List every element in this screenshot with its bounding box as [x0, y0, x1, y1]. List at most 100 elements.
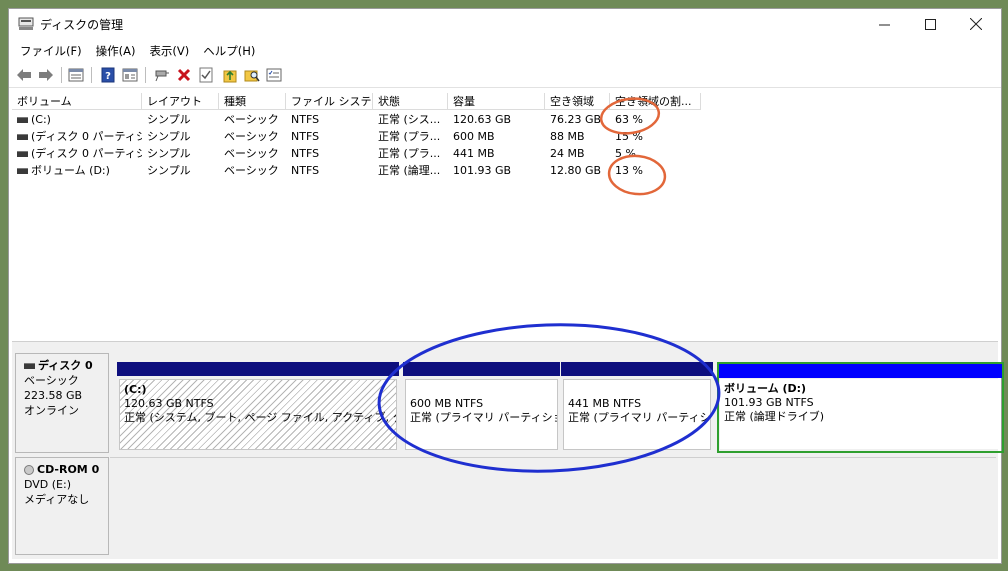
menu-file[interactable]: ファイル(F): [13, 40, 89, 60]
back-button[interactable]: [15, 66, 33, 84]
partition-600mb[interactable]: 600 MB NTFS 正常 (プライマリ パーティション): [403, 362, 560, 452]
properties-view-button[interactable]: [121, 66, 139, 84]
partition-c[interactable]: (C:) 120.63 GB NTFS 正常 (システム, ブート, ページ フ…: [117, 362, 399, 452]
check-button[interactable]: [197, 66, 215, 84]
volume-capacity: 101.93 GB: [453, 164, 512, 177]
window-title: ディスクの管理: [40, 18, 124, 32]
volume-name: (ディスク 0 パーティシ...: [31, 130, 142, 143]
volume-fs: NTFS: [291, 113, 320, 126]
maximize-icon: [924, 18, 936, 30]
toolbar-separator: [145, 67, 146, 83]
menu-bar: ファイル(F) 操作(A) 表示(V) ヘルプ(H): [9, 40, 1001, 60]
menu-view[interactable]: 表示(V): [142, 40, 196, 60]
partition-body: ボリューム (D:) 101.93 GB NTFS 正常 (論理ドライブ): [720, 379, 1001, 449]
volume-row[interactable]: (C:) シンプル ベーシック NTFS 正常 (シス... 120.63 GB…: [12, 111, 712, 128]
volume-free: 12.80 GB: [550, 164, 602, 177]
delete-button[interactable]: [175, 66, 193, 84]
column-layout[interactable]: レイアウト: [142, 93, 219, 110]
volume-row[interactable]: (ディスク 0 パーティシ... シンプル ベーシック NTFS 正常 (プラ.…: [12, 145, 712, 162]
volume-capacity: 441 MB: [453, 147, 495, 160]
volume-fs: NTFS: [291, 164, 320, 177]
connect-drive-icon: [155, 70, 169, 82]
volume-free: 24 MB: [550, 147, 585, 160]
partition-body: (C:) 120.63 GB NTFS 正常 (システム, ブート, ページ フ…: [119, 379, 397, 450]
volume-free: 76.23 GB: [550, 113, 602, 126]
close-button[interactable]: [953, 9, 999, 39]
volume-type: ベーシック: [224, 113, 279, 126]
partition-title: ボリューム (D:): [724, 382, 807, 395]
column-free-space[interactable]: 空き領域: [545, 93, 610, 110]
volume-name: ボリューム (D:): [31, 164, 110, 177]
volume-free-pct: 63 %: [615, 113, 643, 126]
disk-management-window: ディスクの管理 ファイル(F) 操作(A) 表示(V) ヘルプ(H) ? ボリュ…: [8, 8, 1004, 564]
delete-icon: [177, 68, 191, 82]
close-icon: [970, 18, 982, 30]
properties-view-icon: [122, 68, 138, 82]
volume-fs: NTFS: [291, 130, 320, 143]
volume-status: 正常 (プラ...: [378, 147, 441, 160]
help-button[interactable]: ?: [99, 66, 117, 84]
column-status[interactable]: 状態: [373, 93, 448, 110]
forward-button[interactable]: [37, 66, 55, 84]
disk-name: CD-ROM 0: [37, 463, 100, 476]
disk-type: ベーシック: [24, 374, 79, 387]
volume-free-pct: 13 %: [615, 164, 643, 177]
menu-help[interactable]: ヘルプ(H): [196, 40, 262, 60]
volume-row[interactable]: ボリューム (D:) シンプル ベーシック NTFS 正常 (論理... 101…: [12, 162, 712, 179]
disk-map: ディスク 0 ベーシック 223.58 GB オンライン (C:) 120.63…: [12, 347, 1004, 559]
forward-arrow-icon: [39, 69, 53, 81]
partition-bar: [403, 362, 560, 376]
list-view-button[interactable]: [67, 66, 85, 84]
minimize-icon: [878, 24, 890, 25]
volume-status: 正常 (論理...: [378, 164, 441, 177]
toolbar-separator: [91, 67, 92, 83]
volume-capacity: 600 MB: [453, 130, 495, 143]
volume-type: ベーシック: [224, 147, 279, 160]
volume-status: 正常 (プラ...: [378, 130, 441, 143]
cdrom-icon: [24, 465, 34, 475]
disk-icon: [24, 363, 35, 369]
partition-441mb[interactable]: 441 MB NTFS 正常 (プライマリ パーティション: [561, 362, 713, 452]
volume-icon: [17, 168, 28, 174]
volume-row[interactable]: (ディスク 0 パーティシ... シンプル ベーシック NTFS 正常 (プラ.…: [12, 128, 712, 145]
list-view-icon: [68, 68, 84, 82]
title-bar[interactable]: ディスクの管理: [9, 9, 1001, 39]
column-capacity[interactable]: 容量: [448, 93, 545, 110]
column-volume[interactable]: ボリューム: [12, 93, 142, 110]
disk-state: メディアなし: [24, 493, 90, 506]
volume-layout: シンプル: [147, 113, 191, 126]
help-icon: ?: [101, 67, 115, 83]
volume-name: (ディスク 0 パーティシ...: [31, 147, 142, 160]
settings-list-button[interactable]: [265, 66, 283, 84]
partition-status: 正常 (システム, ブート, ページ ファイル, アクティブ, クラッシュ: [124, 411, 396, 424]
toolbar: ?: [9, 63, 1001, 88]
svg-text:?: ?: [105, 71, 111, 82]
volume-layout: シンプル: [147, 130, 191, 143]
search-folder-button[interactable]: [243, 66, 261, 84]
volume-list-header: ボリューム レイアウト 種類 ファイル システム 状態 容量 空き領域 空き領域…: [12, 93, 998, 111]
volume-icon: [17, 151, 28, 157]
partition-size: 101.93 GB NTFS: [724, 396, 814, 409]
minimize-button[interactable]: [861, 9, 907, 39]
disk-0-label[interactable]: ディスク 0 ベーシック 223.58 GB オンライン: [15, 353, 109, 453]
partition-status: 正常 (プライマリ パーティション): [410, 411, 557, 424]
settings-list-icon: [266, 68, 282, 82]
disk-size: 223.58 GB: [24, 389, 83, 402]
column-file-system[interactable]: ファイル システム: [286, 93, 373, 110]
disk-type: DVD (E:): [24, 478, 72, 491]
volume-type: ベーシック: [224, 130, 279, 143]
connect-drive-button[interactable]: [153, 66, 171, 84]
cdrom-0-label[interactable]: CD-ROM 0 DVD (E:) メディアなし: [15, 457, 109, 555]
folder-up-button[interactable]: [221, 66, 239, 84]
back-arrow-icon: [17, 69, 31, 81]
menu-action[interactable]: 操作(A): [89, 40, 143, 60]
column-free-percent[interactable]: 空き領域の割...: [610, 93, 701, 110]
volume-name: (C:): [31, 113, 51, 126]
partition-d[interactable]: ボリューム (D:) 101.93 GB NTFS 正常 (論理ドライブ): [717, 362, 1004, 453]
partition-status: 正常 (論理ドライブ): [724, 410, 825, 423]
volume-list: ボリューム レイアウト 種類 ファイル システム 状態 容量 空き領域 空き領域…: [12, 93, 998, 340]
volume-capacity: 120.63 GB: [453, 113, 512, 126]
partition-bar: [561, 362, 713, 376]
column-type[interactable]: 種類: [219, 93, 286, 110]
maximize-button[interactable]: [907, 9, 953, 39]
